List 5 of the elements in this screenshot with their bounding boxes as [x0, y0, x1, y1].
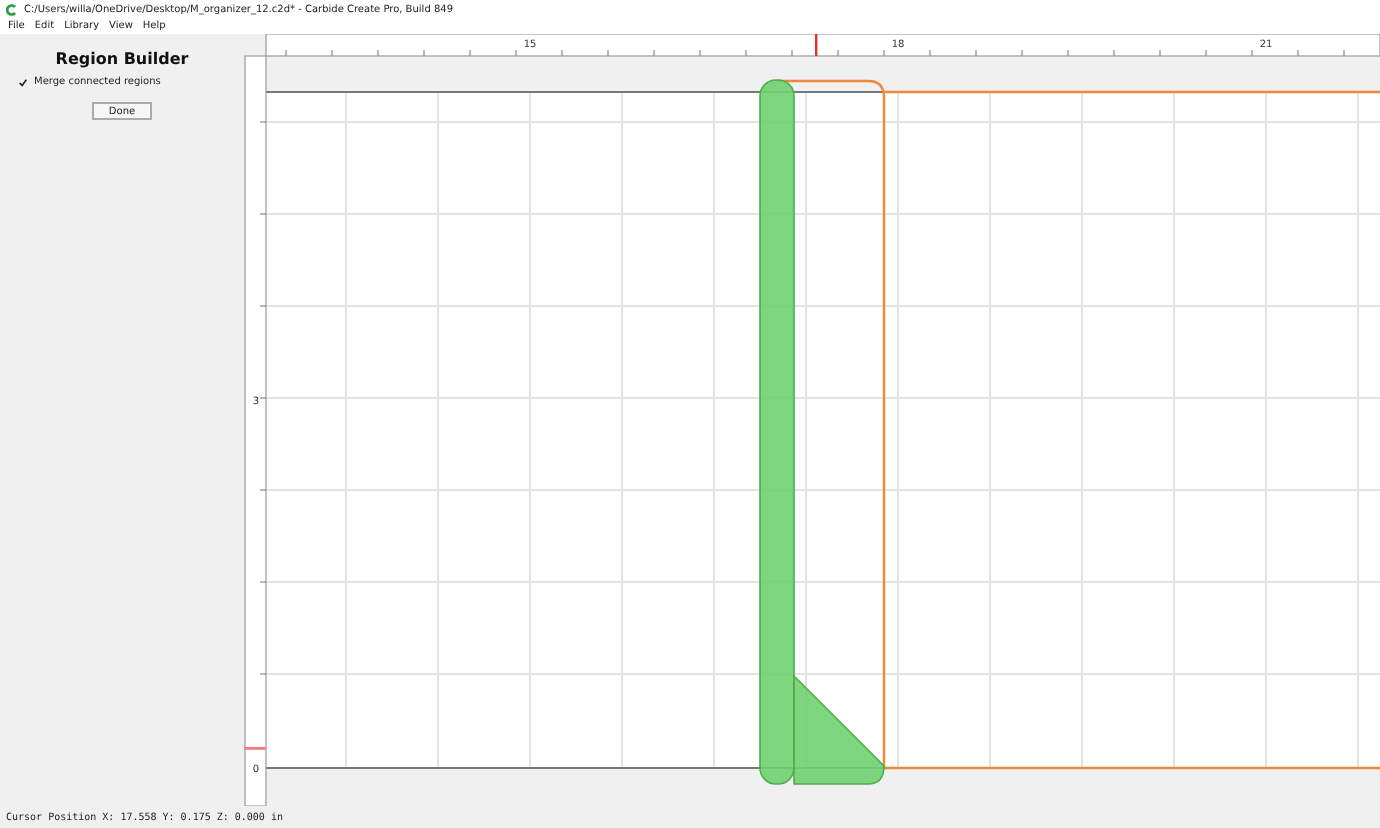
checkbox[interactable] [18, 77, 28, 87]
cursor-marker [815, 34, 818, 56]
panel-title: Region Builder [55, 50, 189, 68]
app-logo-icon [6, 3, 18, 15]
cursor-marker [244, 747, 266, 750]
